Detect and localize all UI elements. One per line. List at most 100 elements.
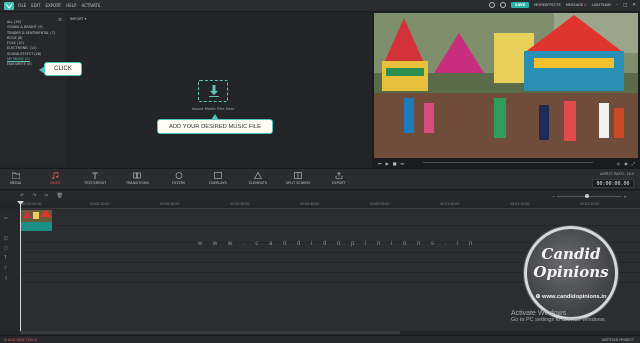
menu-export[interactable]: EXPORT [45, 3, 61, 8]
category-list: ALL (35) YOUNG & BRIGHT (9) TENDER & SEN… [7, 20, 55, 68]
tab-filters[interactable]: FILTERS [172, 172, 185, 185]
import-dropdown[interactable]: IMPORT ▾ [70, 17, 87, 21]
overlay-track-icon[interactable]: ▢ [4, 245, 16, 250]
menu-edit[interactable]: EDIT [31, 3, 40, 8]
export-icon [335, 172, 342, 179]
globe-icon: ⊕ [535, 294, 541, 300]
menu-right: SAVE MOREEFFECTS MESSAGE 8 LIGHTSKIN – □… [488, 2, 636, 8]
timeline-toolbar: ↶ ↷ ✂ 🗑 [0, 191, 640, 201]
zoom-slider-thumb[interactable] [585, 194, 590, 198]
timeline-horizontal-scrollbar[interactable] [20, 331, 400, 334]
status-bar: ⊕ ADD NEW TRACK UNTITLED PROJECT [0, 335, 640, 343]
transitions-icon [133, 172, 142, 179]
main-toolbar: MEDIA MUSIC TEXT/CREDIT TRANSITIONS FILT… [0, 168, 640, 190]
import-drop-zone[interactable] [198, 80, 228, 102]
timeline-ruler[interactable]: 00:00:00:00 00:00:10:00 00:00:20:00 00:0… [20, 201, 640, 209]
tab-transitions[interactable]: TRANSITIONS [126, 172, 149, 185]
tab-filters-label: FILTERS [172, 181, 186, 185]
message-link[interactable]: MESSAGE 8 [566, 3, 587, 7]
activate-windows-title: Activate Windows [511, 310, 567, 317]
download-arrow-icon [209, 85, 219, 97]
close-button[interactable]: ✕ [632, 3, 636, 8]
stop-icon[interactable]: ■ [393, 161, 397, 166]
add-new-track-label: ADD NEW TRACK [7, 338, 37, 342]
pip-track-icon[interactable]: ◫ [4, 235, 16, 240]
text-track-icon[interactable]: T [4, 255, 16, 260]
tab-music-label: MUSIC [50, 181, 61, 185]
play-icon[interactable]: ▶ [386, 161, 389, 166]
preview-right-controls: ◎ ◉ ⤢ [617, 158, 635, 168]
tab-elements[interactable]: ELEMENTS [249, 172, 267, 185]
playback-progress-bar[interactable] [423, 162, 593, 163]
project-name: UNTITLED PROJECT [601, 338, 634, 342]
ruler-tick: 00:01:20:00 [580, 202, 600, 206]
tab-export-label: EXPORT [332, 181, 346, 185]
zoom-out-icon[interactable]: − [552, 194, 555, 199]
text-icon [92, 172, 99, 179]
tab-text-credit[interactable]: TEXT/CREDIT [84, 172, 106, 185]
message-count: 8 [584, 3, 587, 7]
more-effects-link[interactable]: MOREEFFECTS [534, 3, 560, 7]
tab-overlays-label: OVERLAYS [209, 181, 227, 185]
aspect-ratio-label[interactable]: ASPECT RATIO: 16:9 [600, 172, 634, 176]
video-editor-window: FILE EDIT EXPORT HELP ACTIVATE SAVE MORE… [0, 0, 640, 343]
account-icon[interactable] [488, 2, 495, 8]
ruler-tick: 00:00:20:00 [160, 202, 180, 206]
menu-file[interactable]: FILE [18, 3, 26, 8]
logo-line-2: Opinions [533, 263, 609, 281]
main-menu: FILE EDIT EXPORT HELP ACTIVATE [18, 3, 100, 8]
tab-split-screen[interactable]: SPLIT SCREEN [286, 172, 310, 185]
ruler-tick: 00:00:30:00 [230, 202, 250, 206]
snapshot-icon[interactable]: ◎ [617, 161, 621, 166]
zoom-slider[interactable] [557, 194, 622, 198]
ruler-tick: 00:00:00:00 [22, 202, 42, 206]
playback-controls: ⏮ ▶ ■ ⏭ [372, 158, 640, 168]
menu-bar: FILE EDIT EXPORT HELP ACTIVATE SAVE MORE… [0, 0, 640, 12]
redo-icon[interactable]: ↷ [32, 193, 36, 199]
maximize-button[interactable]: □ [623, 3, 627, 8]
save-button[interactable]: SAVE [510, 2, 530, 8]
zoom-in-icon[interactable]: + [623, 194, 626, 199]
playhead-line[interactable] [20, 201, 21, 331]
video-clip[interactable] [21, 210, 52, 231]
delete-icon[interactable]: 🗑 [57, 193, 63, 199]
cart-icon[interactable] [499, 2, 506, 8]
collapse-panel-icon[interactable]: ≡ [58, 17, 62, 23]
logo-url: ⊕ www.candidopinions.in [527, 294, 615, 300]
logo-url-text: www.candidopinions.in [541, 294, 607, 300]
elements-icon [254, 172, 262, 179]
tab-media-label: MEDIA [10, 181, 21, 185]
volume-icon[interactable]: ◉ [624, 161, 628, 166]
tab-media[interactable]: MEDIA [10, 172, 21, 185]
tab-music[interactable]: MUSIC [50, 172, 61, 185]
fullscreen-icon[interactable]: ⤢ [632, 161, 635, 166]
tab-text-credit-label: TEXT/CREDIT [84, 181, 107, 185]
activate-windows-notice: Activate Windows Go to PC settings to ac… [511, 310, 606, 323]
cut-icon[interactable]: ✂ [44, 193, 48, 199]
video-track-icon[interactable]: ▭ [4, 215, 16, 220]
light-skin-toggle[interactable]: LIGHTSKIN [592, 3, 611, 7]
zoom-control: − + [552, 194, 632, 199]
tab-overlays[interactable]: OVERLAYS [209, 172, 227, 185]
undo-icon[interactable]: ↶ [20, 193, 24, 199]
ruler-tick: 00:01:00:00 [440, 202, 460, 206]
minimize-button[interactable]: – [616, 3, 618, 8]
rewind-icon[interactable]: ⏮ [378, 161, 382, 166]
filter-icon [175, 172, 182, 179]
logo-line-1: Candid [541, 245, 601, 263]
app-logo-icon [4, 2, 14, 10]
tab-split-screen-label: SPLIT SCREEN [286, 181, 310, 185]
menu-activate[interactable]: ACTIVATE [81, 3, 100, 8]
menu-help[interactable]: HELP [66, 3, 76, 8]
music-category-panel: ≡ ALL (35) YOUNG & BRIGHT (9) TENDER & S… [0, 13, 66, 165]
music-track-icon[interactable]: ♫ [4, 275, 16, 280]
music-note-icon [52, 172, 59, 179]
audio-track-icon[interactable]: ♪ [4, 265, 16, 270]
fast-forward-icon[interactable]: ⏭ [400, 161, 404, 166]
split-screen-icon [294, 172, 302, 179]
video-track[interactable] [20, 209, 640, 226]
click-callout: CLICK [39, 62, 82, 76]
add-new-track-button[interactable]: ⊕ ADD NEW TRACK [4, 338, 37, 342]
timecode-display: 00:00:00.00 [592, 179, 634, 188]
tab-export[interactable]: EXPORT [332, 172, 345, 185]
